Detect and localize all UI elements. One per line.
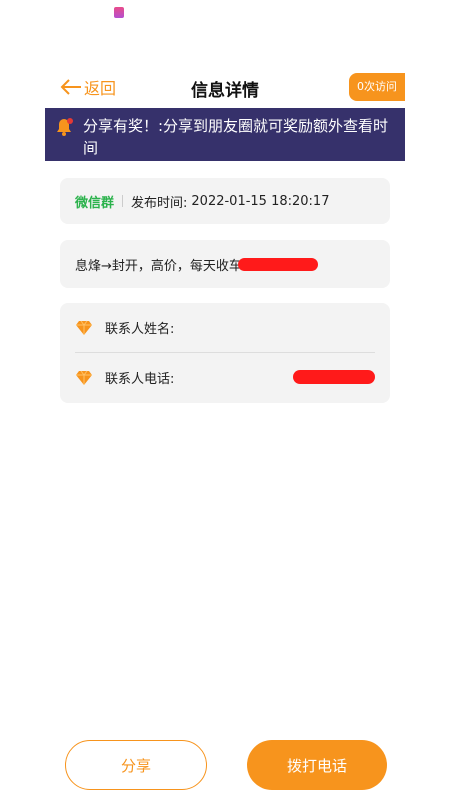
divider: [122, 195, 124, 207]
visit-count-badge: 0次访问: [349, 73, 405, 101]
contact-phone-row: 联系人电话:: [75, 355, 375, 400]
divider: [75, 352, 375, 353]
redaction-mark: [237, 257, 318, 271]
share-reward-banner[interactable]: 分享有奖！:分享到朋友圈就可奖励额外查看时间: [45, 108, 405, 161]
contact-phone-label: 联系人电话:: [105, 372, 175, 387]
contact-card: 联系人姓名: 联系人电话:: [60, 303, 390, 403]
bell-icon: [57, 118, 73, 136]
post-meta-card: 微信群 发布时间: 2022-01-15 18:20:17: [60, 178, 390, 224]
source-tag: 微信群: [75, 195, 115, 211]
top-bar: 返回 信息详情 0次访问: [0, 60, 450, 110]
diamond-icon: [76, 320, 92, 335]
post-content: 息烽→封开，高价，每天收车: [75, 258, 242, 274]
publish-time: 2022-01-15 18:20:17: [191, 193, 330, 209]
banner-text: 分享有奖！:分享到朋友圈就可奖励额外查看时间: [83, 117, 389, 157]
contact-name-row: 联系人姓名:: [75, 305, 375, 350]
status-app-icon: [114, 7, 124, 18]
diamond-icon: [76, 370, 92, 385]
redaction-mark: [293, 370, 375, 384]
post-content-card: 息烽→封开，高价，每天收车: [60, 240, 390, 288]
publish-label: 发布时间:: [131, 195, 188, 211]
share-button[interactable]: 分享: [65, 740, 207, 790]
call-button[interactable]: 拨打电话: [247, 740, 387, 790]
contact-name-label: 联系人姓名:: [105, 322, 175, 337]
